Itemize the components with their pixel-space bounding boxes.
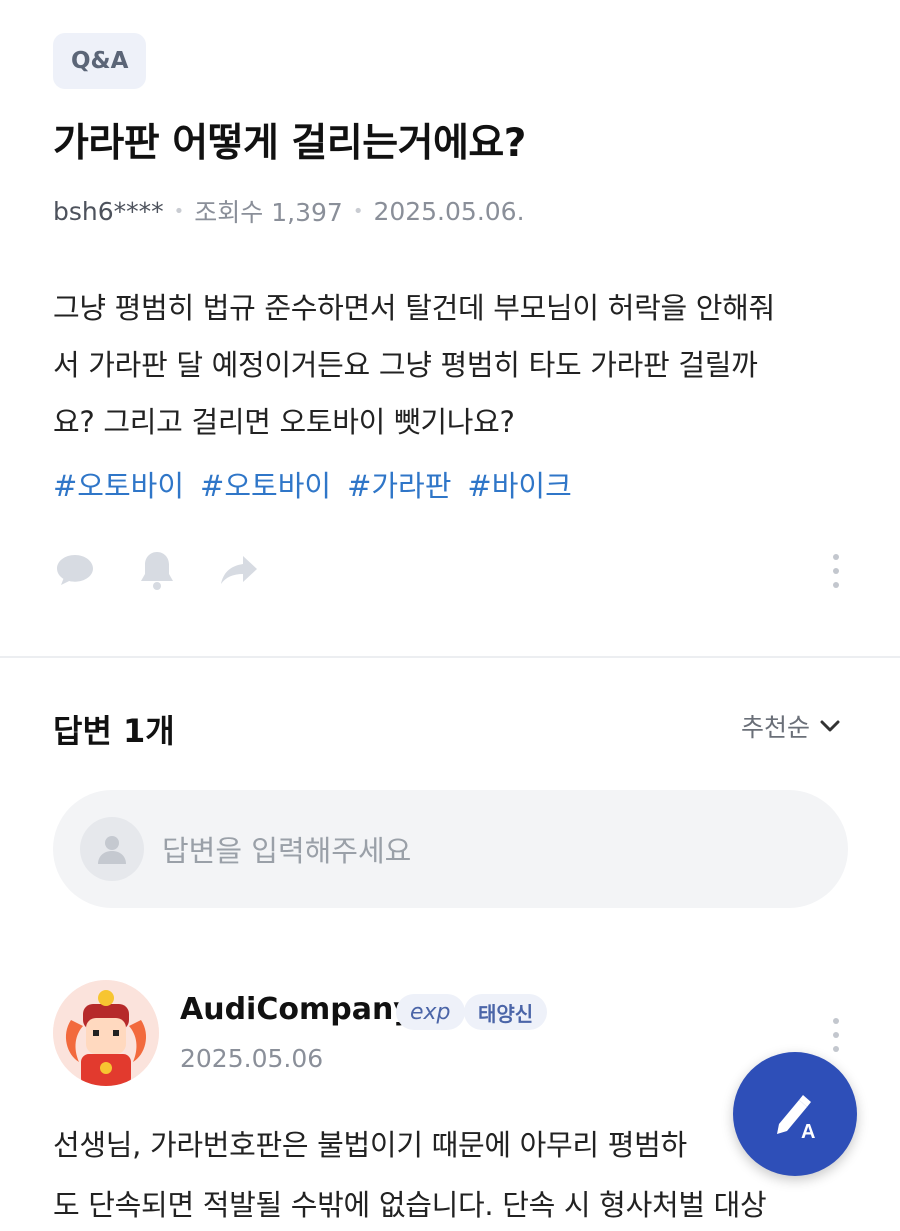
- answer-input-placeholder: 답변을 입력해주세요: [162, 834, 412, 868]
- avatar[interactable]: [53, 980, 159, 1086]
- answers-title: 답변 1개: [53, 712, 175, 750]
- more-vertical-icon[interactable]: [832, 554, 840, 588]
- tag-link[interactable]: #가라판: [347, 463, 451, 505]
- more-vertical-icon[interactable]: [832, 1018, 840, 1052]
- view-count: 조회수 1,397: [194, 198, 343, 227]
- exp-badge: exp: [396, 994, 465, 1030]
- qa-badge: Q&A: [53, 33, 147, 89]
- question-body-line: 요? 그리고 걸리면 오토바이 뺏기나요?: [53, 405, 515, 439]
- question-meta: bsh6**** • 조회수 1,397 • 2025.05.06.: [53, 193, 525, 229]
- user-icon: [98, 836, 126, 864]
- chevron-down-icon: [820, 720, 840, 732]
- answer-date: 2025.05.06: [180, 1044, 324, 1073]
- answer-input[interactable]: 답변을 입력해주세요: [53, 790, 848, 908]
- user-avatar: [80, 817, 144, 881]
- answer-body: 선생님, 가라번호판은 불법이기 때문에 아무리 평범하 도 단속되면 적발될 …: [53, 1115, 848, 1231]
- tag-link[interactable]: #오토바이: [53, 463, 184, 505]
- answer-body-line: 선생님, 가라번호판은 불법이기 때문에 아무리 평범하: [53, 1128, 687, 1162]
- meta-separator: •: [352, 200, 364, 222]
- section-divider: [0, 656, 900, 658]
- svg-text:A: A: [801, 1121, 815, 1143]
- question-actions: [53, 548, 848, 598]
- answer-body-line: 도 단속되면 적발될 수밖에 없습니다. 단속 시 형사처벌 대상: [53, 1188, 767, 1222]
- sort-dropdown[interactable]: 추천순: [741, 708, 840, 744]
- tag-link[interactable]: #바이크: [467, 463, 571, 505]
- question-body-line: 그냥 평범히 법규 준수하면서 탈건데 부모님이 허락을 안해줘: [53, 291, 775, 325]
- sort-label: 추천순: [740, 713, 810, 742]
- meta-separator: •: [173, 200, 185, 222]
- write-answer-button[interactable]: A: [733, 1052, 857, 1176]
- bell-icon[interactable]: [135, 548, 179, 592]
- author-name[interactable]: bsh6****: [53, 197, 164, 226]
- share-icon[interactable]: [217, 548, 261, 592]
- tag-list: #오토바이 #오토바이 #가라판 #바이크: [53, 463, 572, 505]
- question-body-line: 서 가라판 달 예정이거든요 그냥 평범히 타도 가라판 걸릴까: [53, 348, 758, 382]
- pen-icon: A: [777, 1095, 815, 1143]
- question-body: 그냥 평범히 법규 준수하면서 탈건데 부모님이 허락을 안해줘 서 가라판 달…: [53, 280, 853, 451]
- rank-badge: 태양신: [464, 994, 548, 1030]
- question-title: 가라판 어떻게 걸리는거에요?: [53, 121, 526, 166]
- answerer-name[interactable]: AudiCompany: [180, 992, 413, 1027]
- tag-link[interactable]: #오토바이: [200, 463, 331, 505]
- comment-icon[interactable]: [53, 548, 97, 592]
- question-date: 2025.05.06.: [373, 196, 525, 226]
